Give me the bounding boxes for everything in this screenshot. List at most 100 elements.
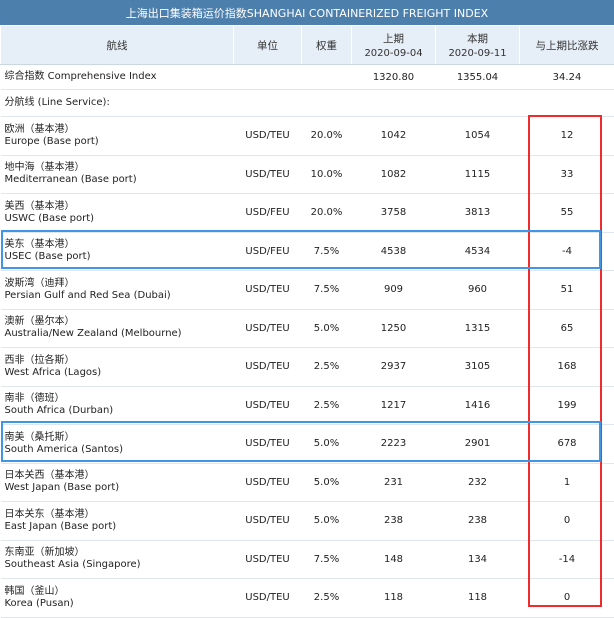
header-prev: 上期 2020-09-04 xyxy=(352,26,436,65)
route-name-cn: 日本关西（基本港） xyxy=(5,470,234,482)
table-row: 波斯湾（迪拜）Persian Gulf and Red Sea (Dubai)U… xyxy=(1,271,614,310)
cell-prev: 1042 xyxy=(352,117,436,156)
route-cell: 波斯湾（迪拜）Persian Gulf and Red Sea (Dubai) xyxy=(1,271,234,310)
route-name-cn: 韩国（釜山） xyxy=(5,586,234,598)
header-curr: 本期 2020-09-11 xyxy=(436,26,520,65)
route-name-en: Australia/New Zealand (Melbourne) xyxy=(5,328,234,340)
cell-unit: USD/TEU xyxy=(234,463,302,502)
cell-prev: 2937 xyxy=(352,348,436,387)
cell-curr: 1416 xyxy=(436,386,520,425)
table-row: 西非（拉各斯）West Africa (Lagos)USD/TEU2.5%293… xyxy=(1,348,614,387)
cell-curr: 1054 xyxy=(436,117,520,156)
route-cell: 东南亚（新加坡）Southeast Asia (Singapore) xyxy=(1,540,234,579)
header-weight: 权重 xyxy=(302,26,352,65)
cell-weight: 5.0% xyxy=(302,309,352,348)
route-name-cn: 美西（基本港） xyxy=(5,201,234,213)
route-name-cn: 欧洲（基本港） xyxy=(5,124,234,136)
cell-prev: 909 xyxy=(352,271,436,310)
cell-curr: 3813 xyxy=(436,194,520,233)
table-row: 地中海（基本港）Mediterranean (Base port)USD/TEU… xyxy=(1,155,614,194)
header-change: 与上期比涨跌 xyxy=(520,26,614,65)
cell-unit: USD/TEU xyxy=(234,386,302,425)
cell-unit: USD/TEU xyxy=(234,579,302,618)
cell-prev: 148 xyxy=(352,540,436,579)
table-row: 澳新（墨尔本）Australia/New Zealand (Melbourne)… xyxy=(1,309,614,348)
route-name-cn: 澳新（墨尔本） xyxy=(5,316,234,328)
cell-weight: 5.0% xyxy=(302,463,352,502)
change-column-highlight xyxy=(528,115,602,607)
table-row: 日本关东（基本港）East Japan (Base port)USD/TEU5.… xyxy=(1,502,614,541)
cell-curr: 960 xyxy=(436,271,520,310)
route-cell: 欧洲（基本港）Europe (Base port) xyxy=(1,117,234,156)
cell-unit: USD/TEU xyxy=(234,540,302,579)
cell-curr: 118 xyxy=(436,579,520,618)
route-name-en: West Africa (Lagos) xyxy=(5,367,234,379)
route-name-cn: 东南亚（新加坡） xyxy=(5,547,234,559)
cell-weight: 2.5% xyxy=(302,348,352,387)
section-label: 分航线 (Line Service): xyxy=(1,90,614,117)
cell-weight: 10.0% xyxy=(302,155,352,194)
cell-curr: 3105 xyxy=(436,348,520,387)
cell-curr: 232 xyxy=(436,463,520,502)
cell-prev: 238 xyxy=(352,502,436,541)
cell-prev: 1217 xyxy=(352,386,436,425)
table-row: 日本关西（基本港）West Japan (Base port)USD/TEU5.… xyxy=(1,463,614,502)
cell-unit: USD/TEU xyxy=(234,309,302,348)
cell-prev: 118 xyxy=(352,579,436,618)
route-cell: 日本关西（基本港）West Japan (Base port) xyxy=(1,463,234,502)
cell-unit: USD/TEU xyxy=(234,117,302,156)
page-title: 上海出口集装箱运价指数SHANGHAI CONTAINERIZED FREIGH… xyxy=(0,0,614,25)
cell-weight: 7.5% xyxy=(302,540,352,579)
route-name-cn: 日本关东（基本港） xyxy=(5,509,234,521)
route-name-cn: 西非（拉各斯） xyxy=(5,355,234,367)
header-curr-label: 本期 xyxy=(467,33,488,45)
freight-index-page: 上海出口集装箱运价指数SHANGHAI CONTAINERIZED FREIGH… xyxy=(0,0,614,613)
freight-index-table: 航线 单位 权重 上期 2020-09-04 本期 2020-09-11 与上期… xyxy=(0,25,614,618)
cell-weight: 20.0% xyxy=(302,194,352,233)
route-cell: 美西（基本港）USWC (Base port) xyxy=(1,194,234,233)
cell-unit: USD/TEU xyxy=(234,271,302,310)
cell-curr: 238 xyxy=(436,502,520,541)
route-name-en: Mediterranean (Base port) xyxy=(5,174,234,186)
composite-curr: 1355.04 xyxy=(436,65,520,90)
cell-unit: USD/TEU xyxy=(234,155,302,194)
cell-weight: 7.5% xyxy=(302,271,352,310)
usec-row-highlight xyxy=(1,230,601,269)
route-name-en: West Japan (Base port) xyxy=(5,482,234,494)
cell-weight: 2.5% xyxy=(302,386,352,425)
route-name-en: USWC (Base port) xyxy=(5,213,234,225)
route-name-en: East Japan (Base port) xyxy=(5,521,234,533)
table-row: 南非（德班）South Africa (Durban)USD/TEU2.5%12… xyxy=(1,386,614,425)
route-cell: 澳新（墨尔本）Australia/New Zealand (Melbourne) xyxy=(1,309,234,348)
route-cell: 南非（德班）South Africa (Durban) xyxy=(1,386,234,425)
table-row: 韩国（釜山）Korea (Pusan)USD/TEU2.5%1181180 xyxy=(1,579,614,618)
cell-unit: USD/FEU xyxy=(234,194,302,233)
cell-unit: USD/TEU xyxy=(234,348,302,387)
route-name-en: Europe (Base port) xyxy=(5,136,234,148)
route-name-en: Persian Gulf and Red Sea (Dubai) xyxy=(5,290,234,302)
table-header-row: 航线 单位 权重 上期 2020-09-04 本期 2020-09-11 与上期… xyxy=(1,26,614,65)
route-cell: 韩国（釜山）Korea (Pusan) xyxy=(1,579,234,618)
route-cell: 地中海（基本港）Mediterranean (Base port) xyxy=(1,155,234,194)
header-prev-label: 上期 xyxy=(383,33,404,45)
cell-prev: 231 xyxy=(352,463,436,502)
cell-weight: 5.0% xyxy=(302,502,352,541)
route-name-en: Korea (Pusan) xyxy=(5,598,234,610)
composite-weight xyxy=(302,65,352,90)
table-row: 美西（基本港）USWC (Base port)USD/FEU20.0%37583… xyxy=(1,194,614,233)
route-name-en: South Africa (Durban) xyxy=(5,405,234,417)
route-cell: 西非（拉各斯）West Africa (Lagos) xyxy=(1,348,234,387)
route-cell: 日本关东（基本港）East Japan (Base port) xyxy=(1,502,234,541)
cell-curr: 1315 xyxy=(436,309,520,348)
composite-prev: 1320.80 xyxy=(352,65,436,90)
composite-name: 综合指数 Comprehensive Index xyxy=(1,65,234,90)
cell-curr: 134 xyxy=(436,540,520,579)
route-name-cn: 地中海（基本港） xyxy=(5,162,234,174)
cell-weight: 20.0% xyxy=(302,117,352,156)
section-row: 分航线 (Line Service): xyxy=(1,90,614,117)
table-row: 欧洲（基本港）Europe (Base port)USD/TEU20.0%104… xyxy=(1,117,614,156)
cell-prev: 1082 xyxy=(352,155,436,194)
header-prev-date: 2020-09-04 xyxy=(352,48,435,59)
cell-unit: USD/TEU xyxy=(234,502,302,541)
composite-change: 34.24 xyxy=(520,65,614,90)
